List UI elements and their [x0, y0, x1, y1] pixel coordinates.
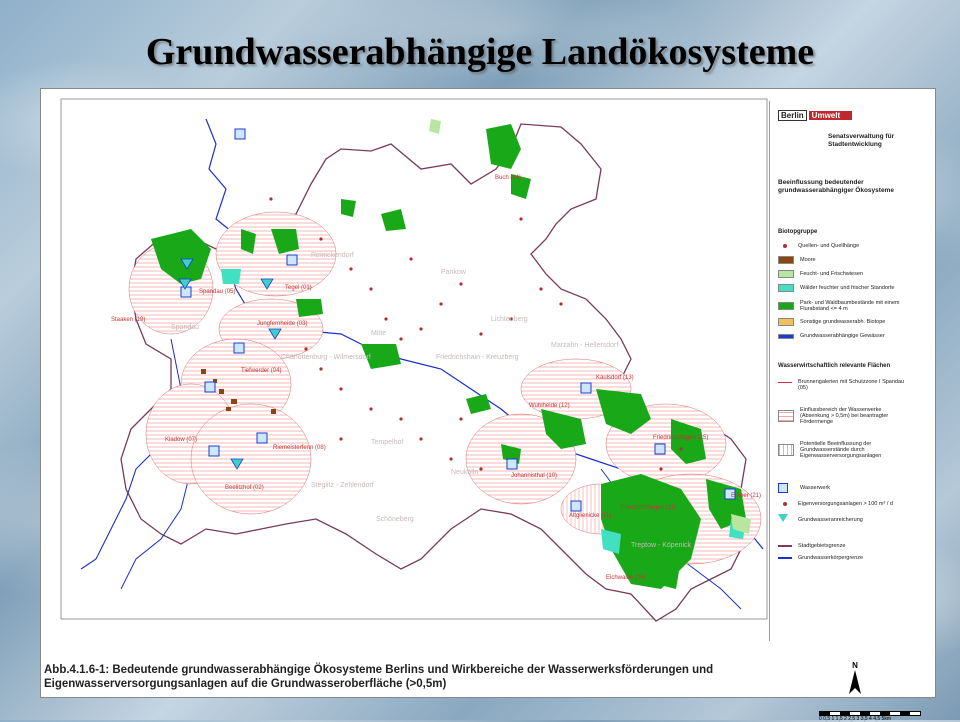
scale-bar: 0 0,5 1 1,5 2 2,5 3 3,5 4 4,5 5km: [819, 711, 921, 722]
map-legend: Berlin Umwelt Senatsverwaltung für Stadte…: [769, 101, 930, 641]
svg-text:Staaken (19): Staaken (19): [111, 317, 145, 323]
legend-item-influence: Einflussbereich der Wasserwerke (Absenku…: [778, 405, 910, 427]
svg-text:Wuhlheide (12): Wuhlheide (12): [529, 403, 570, 409]
svg-text:Friedrichshain - Kreuzberg: Friedrichshain - Kreuzberg: [436, 354, 519, 361]
legend-item-wells: Brunnengalerien mit Schutzzone I Spandau…: [778, 377, 908, 393]
map-frame: Reinickendorf Pankow Lichtenberg Marzahn…: [40, 88, 936, 722]
svg-text:Treptow - Köpenick: Treptow - Köpenick: [631, 542, 692, 549]
svg-text:Neukölln: Neukölln: [451, 469, 478, 476]
svg-text:Jungfernheide (03): Jungfernheide (03): [257, 321, 307, 327]
legend-item-self-supply-influence: Potentielle Beeinflussung der Grundwasse…: [778, 439, 910, 461]
legend-item-wet-forests: Wälder feuchter und frischer Standorte: [778, 283, 894, 293]
legend-item-recharge: Grundwasseranreicherung: [778, 513, 863, 525]
svg-text:Erkner (21): Erkner (21): [731, 493, 761, 499]
svg-text:Buch (14): Buch (14): [495, 175, 521, 181]
slide-title: Grundwasserabhängige Landökosysteme: [145, 31, 815, 73]
legend-item-waters: Grundwasserabhängige Gewässer: [778, 331, 885, 341]
svg-text:Marzahn - Hellersdorf: Marzahn - Hellersdorf: [551, 342, 618, 349]
figure-caption: Abb.4.1.6-1: Bedeutende grundwasserabhän…: [44, 664, 714, 690]
legend-item-self-supply: Eigenversorgungsanlagen > 100 m³ / d: [778, 499, 893, 509]
svg-text:Spandau: Spandau: [171, 324, 199, 331]
svg-text:Beelitzhof (02): Beelitzhof (02): [225, 485, 264, 491]
legend-group-areas: Wasserwirtschaftlich relevante Flächen: [778, 363, 891, 369]
svg-text:Kladow (07): Kladow (07): [165, 437, 197, 443]
svg-text:Altglienicke (11): Altglienicke (11): [569, 513, 611, 519]
legend-title: Beeinflussung bedeutender grundwasserabh…: [778, 179, 894, 194]
svg-text:Friedrichshagen (11): Friedrichshagen (11): [621, 505, 676, 511]
svg-text:Eichwalde (26): Eichwalde (26): [606, 575, 646, 581]
legend-item-springs: Quellen- und Quellhänge: [778, 241, 859, 251]
legend-item-moors: Moore: [778, 255, 816, 265]
svg-text:Riemeisterfenn (08): Riemeisterfenn (08): [273, 445, 326, 451]
svg-text:Friedrichshagen (15): Friedrichshagen (15): [653, 435, 708, 441]
legend-item-park-forests: Park- und Waldbaumbestände mit einem Flu…: [778, 299, 910, 313]
svg-text:Schöneberg: Schöneberg: [376, 516, 414, 523]
svg-text:Lichtenberg: Lichtenberg: [491, 316, 528, 323]
agency-name: Senatsverwaltung für Stadtentwicklung: [828, 133, 895, 148]
svg-text:Spandau (05): Spandau (05): [199, 289, 235, 295]
legend-group-biotop: Biotopgruppe: [778, 229, 818, 235]
berlin-logo: Berlin Umwelt: [778, 110, 853, 121]
svg-text:Pankow: Pankow: [441, 269, 467, 276]
svg-text:Tempelhof: Tempelhof: [371, 439, 403, 446]
svg-text:Johannisthal (10): Johannisthal (10): [511, 473, 557, 479]
svg-text:Tiefwerder (04): Tiefwerder (04): [241, 368, 281, 374]
svg-text:Mitte: Mitte: [371, 330, 386, 337]
svg-text:Steglitz - Zehlendorf: Steglitz - Zehlendorf: [311, 482, 374, 489]
svg-text:Tegel (01): Tegel (01): [285, 285, 312, 291]
svg-text:Charlottenburg - Wilmersdorf: Charlottenburg - Wilmersdorf: [281, 354, 371, 361]
legend-item-gw-boundary: Grundwasserkörpergrenze: [778, 553, 863, 563]
legend-item-city-boundary: Stadtgebietsgrenze: [778, 541, 845, 551]
svg-text:Kaulsdorf (13): Kaulsdorf (13): [596, 375, 634, 381]
legend-item-waterworks: Wasserwerk: [778, 483, 830, 493]
legend-item-other-biotopes: Sonstige grundwasserabh. Biotope: [778, 317, 885, 327]
svg-text:Reinickendorf: Reinickendorf: [311, 252, 354, 259]
legend-item-meadows: Feucht- und Frischwiesen: [778, 269, 863, 279]
